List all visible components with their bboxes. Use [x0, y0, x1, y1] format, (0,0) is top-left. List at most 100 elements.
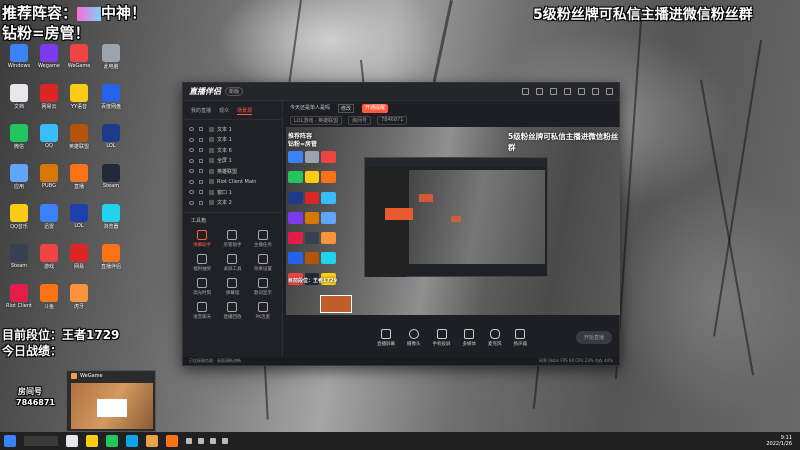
taskbar-thumbnail-preview[interactable]: WeGame — [66, 370, 156, 432]
taskbar-clock[interactable]: 9:11 2022/1/26 — [766, 435, 792, 447]
lock-icon[interactable] — [199, 148, 203, 153]
chrome-icon[interactable] — [106, 435, 118, 447]
desktop-icon[interactable]: QQ音乐 — [4, 204, 34, 238]
tool-lyrics[interactable]: 歌词显示 — [248, 278, 278, 296]
wegame-taskbar-icon[interactable] — [146, 435, 158, 447]
eye-icon[interactable] — [189, 179, 194, 184]
tab-audience[interactable]: 观众 — [219, 107, 229, 115]
desktop-icon[interactable]: 迅雷 — [34, 204, 64, 238]
tool-voice-chat[interactable]: 语音聊天 — [187, 302, 217, 320]
desktop-icon[interactable]: Steam — [96, 164, 126, 198]
desktop-icon[interactable]: LOL — [64, 204, 94, 238]
source-item[interactable]: Riot Client Main — [183, 177, 282, 188]
tool-effects[interactable]: 效果设置 — [248, 254, 278, 272]
desktop-icon[interactable]: 浏览器 — [96, 204, 126, 238]
lock-icon[interactable] — [199, 179, 203, 184]
minimize-icon[interactable] — [578, 88, 585, 95]
screen-capture-button[interactable]: 直播屏幕 — [377, 329, 395, 347]
desktop-icon[interactable]: WeGame — [64, 44, 94, 78]
tool-replay[interactable]: 直播回放 — [217, 302, 247, 320]
lock-icon[interactable] — [199, 127, 203, 132]
desktop-icon[interactable]: YY语音 — [64, 84, 94, 118]
maximize-icon[interactable] — [592, 88, 599, 95]
eye-icon[interactable] — [189, 127, 194, 132]
stream-category[interactable]: LOL游戏 · 英雄联盟 — [290, 116, 343, 125]
source-item[interactable]: 文本 1 — [183, 124, 282, 135]
camera-button[interactable]: 摄像头 — [407, 329, 421, 347]
ime-icon[interactable] — [222, 438, 228, 444]
tab-my-live[interactable]: 我的直播 — [191, 107, 211, 115]
tool-anchor-task[interactable]: 主播任务 — [248, 230, 278, 248]
desktop-icon[interactable]: 网易云 — [34, 84, 64, 118]
tool-danmaku-helper[interactable]: 弹幕助手 — [187, 230, 217, 248]
desktop-icon[interactable]: 应用 — [4, 164, 34, 198]
desktop-icon[interactable]: Steam — [4, 244, 34, 278]
menu-icon[interactable] — [564, 88, 571, 95]
preview-desktop-icon — [288, 211, 303, 224]
desktop-icon[interactable]: 百度网盘 — [96, 84, 126, 118]
edge-icon[interactable] — [126, 435, 138, 447]
media-button[interactable]: 多媒体 — [463, 329, 476, 347]
desktop-icon[interactable]: 英雄联盟 — [64, 124, 94, 158]
start-icon[interactable] — [4, 435, 16, 447]
desktop-icon[interactable]: 文档 — [4, 84, 34, 118]
file-explorer-icon[interactable] — [86, 435, 98, 447]
taskbar-search[interactable] — [24, 436, 58, 446]
volume-icon[interactable] — [210, 438, 216, 444]
eye-icon[interactable] — [189, 200, 194, 205]
tool-danmaku-wall[interactable]: 弹幕墙 — [217, 278, 247, 296]
microphone-button[interactable]: 麦克风 — [488, 329, 502, 347]
tool-pk[interactable]: PK连麦 — [248, 302, 278, 320]
source-item[interactable]: 文本 1 — [183, 135, 282, 146]
phone-cast-button[interactable]: 手机投屏 — [433, 329, 451, 347]
source-item[interactable]: 英雄联盟 — [183, 166, 282, 177]
speaker-button[interactable]: 扬声器 — [514, 329, 527, 347]
eye-icon[interactable] — [189, 137, 194, 142]
lock-icon[interactable] — [199, 200, 203, 205]
desktop-icon[interactable]: 游戏 — [34, 244, 64, 278]
version-badge[interactable]: 新版 — [225, 87, 244, 96]
source-item[interactable]: 全屏 1 — [183, 156, 282, 167]
desktop-icon[interactable]: 直播 — [64, 164, 94, 198]
message-icon[interactable] — [536, 88, 543, 95]
source-item[interactable]: 文本 2 — [183, 198, 282, 209]
tool-lottery[interactable]: 福利抽奖 — [187, 254, 217, 272]
desktop-icon[interactable]: Wegame — [34, 44, 64, 78]
tray-up-arrow-icon[interactable] — [186, 438, 192, 444]
edit-title-button[interactable]: 修改 — [338, 104, 355, 113]
desktop-icon[interactable]: 虎牙 — [64, 284, 94, 318]
desktop-icon[interactable]: 网易 — [64, 244, 94, 278]
source-item[interactable]: 文本 6 — [183, 145, 282, 156]
desktop-icon[interactable]: QQ — [34, 124, 64, 158]
tab-scene-sources[interactable]: 场景源 — [237, 107, 253, 115]
network-icon[interactable] — [198, 438, 204, 444]
lock-icon[interactable] — [199, 169, 203, 174]
source-item[interactable]: 窗口 1 — [183, 187, 282, 198]
desktop-icon[interactable]: Riot Client — [4, 284, 34, 318]
task-view-icon[interactable] — [66, 435, 78, 447]
lock-icon[interactable] — [199, 190, 203, 195]
eye-icon[interactable] — [189, 148, 194, 153]
tool-highlight[interactable]: 高光时刻 — [187, 278, 217, 296]
stream-preview[interactable]: 5级粉丝牌可私信主播进微信粉丝群 推荐阵容 钻粉=房管 目前段位：王者1729 — [286, 127, 620, 315]
desktop-icon[interactable]: Windows — [4, 44, 34, 78]
settings-icon[interactable] — [550, 88, 557, 95]
tool-recorder[interactable]: 录屏工具 — [217, 254, 247, 272]
skin-icon[interactable] — [522, 88, 529, 95]
desktop-icon[interactable]: 微信 — [4, 124, 34, 158]
notify-badge[interactable]: 开通提醒 — [362, 104, 389, 113]
eye-icon[interactable] — [189, 190, 194, 195]
desktop-icon[interactable]: 直播伴侣 — [96, 244, 126, 278]
live-companion-taskbar-icon[interactable] — [166, 435, 178, 447]
eye-icon[interactable] — [189, 158, 194, 163]
eye-icon[interactable] — [189, 169, 194, 174]
desktop-icon[interactable]: LOL — [96, 124, 126, 158]
close-icon[interactable] — [606, 88, 613, 95]
start-live-button[interactable]: 开始直播 — [575, 331, 612, 344]
tool-room-admin[interactable]: 房管助手 — [217, 230, 247, 248]
lock-icon[interactable] — [199, 137, 203, 142]
desktop-icon[interactable]: PUBG — [34, 164, 64, 198]
desktop-icon[interactable]: 斗鱼 — [34, 284, 64, 318]
desktop-icon[interactable]: 此电脑 — [96, 44, 126, 78]
lock-icon[interactable] — [199, 158, 203, 163]
